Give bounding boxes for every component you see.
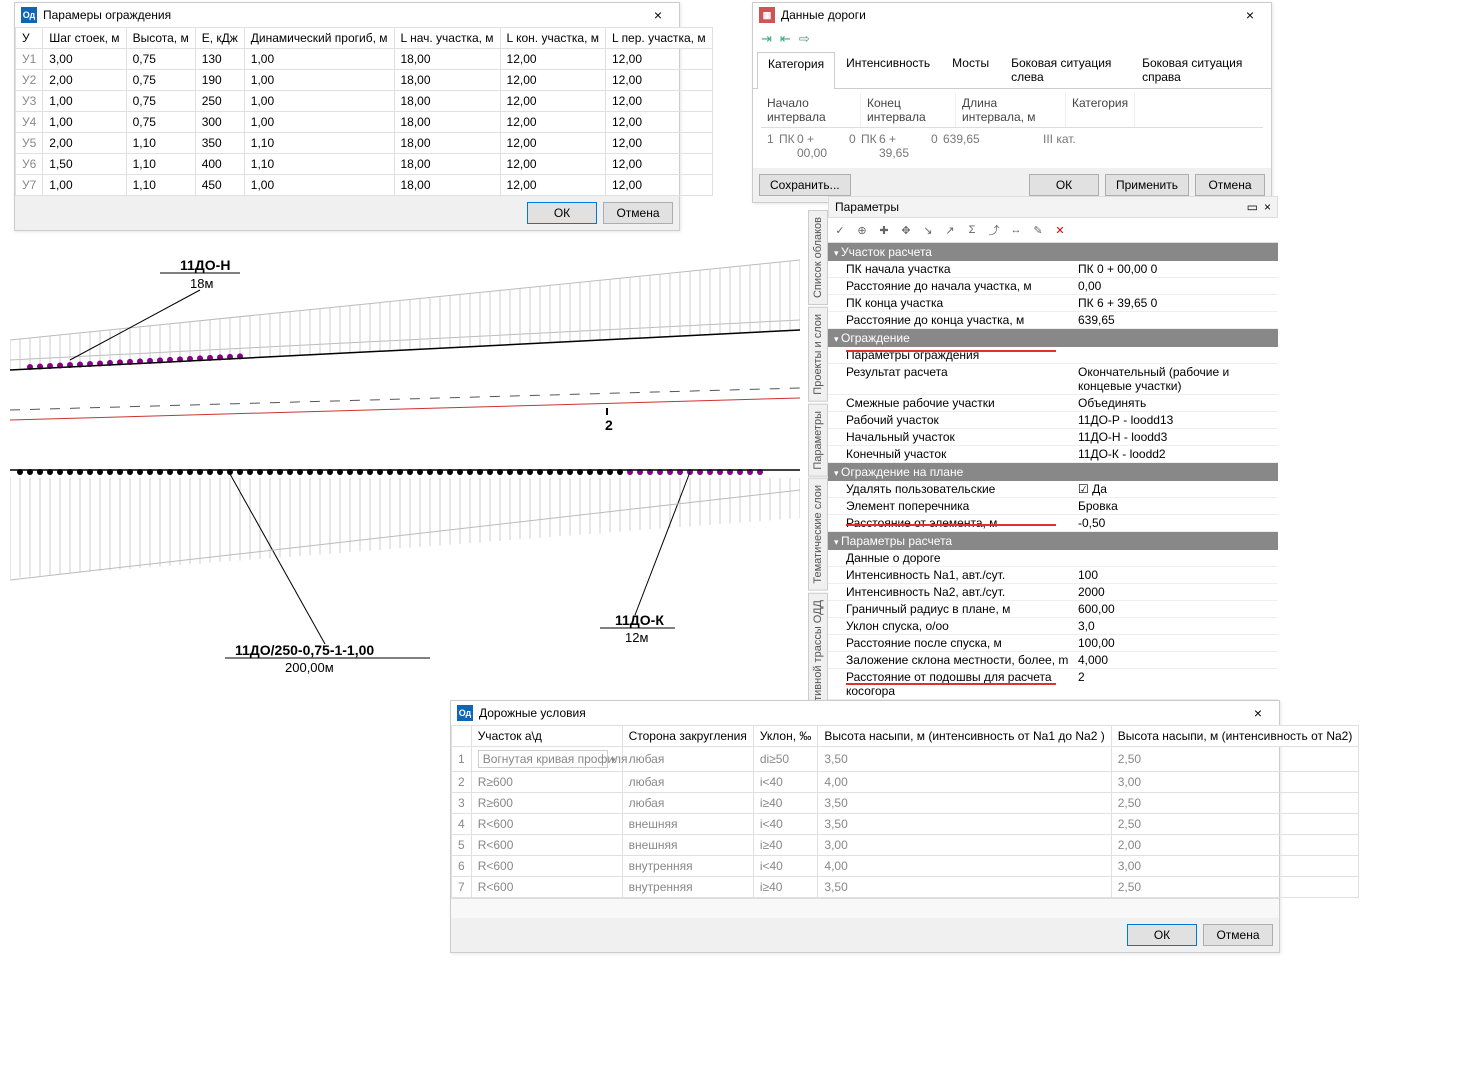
- road-data-window: ▦ Данные дороги × ⇥ ⇤ ⇨ Категория Интенс…: [752, 2, 1272, 203]
- app-icon: Од: [21, 7, 37, 23]
- section-header[interactable]: Параметры расчета: [828, 532, 1278, 550]
- label-top: 11ДО-Н: [180, 257, 230, 273]
- prop-row[interactable]: Элемент поперечникаБровка: [828, 498, 1278, 515]
- close-button[interactable]: ×: [1235, 7, 1265, 23]
- table-row[interactable]: 3R≥600любаяi≥403,502,50: [452, 793, 1359, 814]
- table-row[interactable]: У22,000,751901,0018,0012,0012,00: [16, 70, 713, 91]
- prop-row[interactable]: Начальный участок11ДО-Н - loodd3: [828, 429, 1278, 446]
- fence-title: Парамеры ограждения: [43, 8, 643, 22]
- section-header[interactable]: Ограждение на плане: [828, 463, 1278, 481]
- red-underline-1: [846, 350, 1056, 352]
- cond-table[interactable]: Участок а\дСторона закругленияУклон, ‰Вы…: [451, 725, 1359, 898]
- label-top-sub: 18м: [190, 276, 213, 291]
- table-row[interactable]: 2R≥600любаяi<404,003,00: [452, 772, 1359, 793]
- table-row[interactable]: У13,000,751301,0018,0012,0012,00: [16, 49, 713, 70]
- prop-row[interactable]: Рабочий участок11ДО-Р - loodd13: [828, 412, 1278, 429]
- drawing-canvas: 11ДО-Н 18м 11ДО-К 12м 11ДО/250-0,75-1-1,…: [10, 240, 800, 700]
- cancel-button[interactable]: Отмена: [1203, 924, 1273, 946]
- prop-row[interactable]: Удалять пользовательские☑ Да: [828, 481, 1278, 498]
- road-tabs: Категория Интенсивность Мосты Боковая си…: [753, 51, 1271, 89]
- prop-row[interactable]: Граничный радиус в плане, м600,00: [828, 601, 1278, 618]
- app-icon: Од: [457, 705, 473, 721]
- label-k-sub: 12м: [625, 630, 648, 645]
- tab-bridges[interactable]: Мосты: [941, 51, 1000, 88]
- apply-button[interactable]: Применить: [1105, 174, 1189, 196]
- table-row[interactable]: 1Вогнутая кривая профиля ▾любаяdi≥503,50…: [452, 747, 1359, 772]
- tool-icon-3[interactable]: ⇨: [799, 31, 810, 47]
- arrow-icon[interactable]: ↔: [1008, 222, 1024, 238]
- prop-row[interactable]: Результат расчетаОкончательный (рабочие …: [828, 364, 1278, 395]
- table-row[interactable]: У52,001,103501,1018,0012,0012,00: [16, 133, 713, 154]
- tool-icon-2[interactable]: ⇤: [780, 31, 791, 47]
- prop-row[interactable]: ПК начала участкаПК 0 + 00,00 0: [828, 261, 1278, 278]
- picker-icon[interactable]: ✎: [1030, 222, 1046, 238]
- cond-title: Дорожные условия: [479, 706, 1243, 720]
- plus2-icon[interactable]: ✚: [876, 222, 892, 238]
- ok-button[interactable]: ОК: [527, 202, 597, 224]
- section-header[interactable]: Участок расчета: [828, 243, 1278, 261]
- delete-icon[interactable]: ✕: [1052, 222, 1068, 238]
- cursor-icon[interactable]: ↘: [920, 222, 936, 238]
- fence-table[interactable]: УШаг стоек, мВысота, мE, кДжДинамический…: [15, 27, 713, 196]
- table-row[interactable]: У71,001,104501,0018,0012,0012,00: [16, 175, 713, 196]
- close-button[interactable]: ×: [1243, 705, 1273, 721]
- grid-icon: ▦: [759, 7, 775, 23]
- save-button[interactable]: Сохранить...: [759, 174, 851, 196]
- table-row[interactable]: У41,000,753001,0018,0012,0012,00: [16, 112, 713, 133]
- table-row[interactable]: 5R<600внешняяi≥403,002,00: [452, 835, 1359, 856]
- center-mark: 2: [605, 417, 613, 433]
- table-row[interactable]: У61,501,104001,1018,0012,0012,00: [16, 154, 713, 175]
- cancel-button[interactable]: Отмена: [603, 202, 673, 224]
- table-row[interactable]: 7R<600внутренняяi≥403,502,50: [452, 877, 1359, 898]
- label-mid-sub: 200,00м: [285, 660, 334, 675]
- check-icon[interactable]: ✓: [832, 222, 848, 238]
- side-tab-projects[interactable]: Проекты и слои: [808, 307, 828, 402]
- label-mid: 11ДО/250-0,75-1-1,00: [235, 642, 374, 658]
- select-icon[interactable]: ↗: [942, 222, 958, 238]
- prop-row[interactable]: Уклон спуска, о/оо3,0: [828, 618, 1278, 635]
- prop-row[interactable]: Интенсивность Na2, авт./сут.2000: [828, 584, 1278, 601]
- side-tabs: Список облаков Проекты и слои Параметры …: [808, 210, 828, 756]
- prop-row[interactable]: Расстояние после спуска, м100,00: [828, 635, 1278, 652]
- prop-row[interactable]: ПК конца участкаПК 6 + 39,65 0: [828, 295, 1278, 312]
- table-row[interactable]: 6R<600внутренняяi<404,003,00: [452, 856, 1359, 877]
- cancel-button[interactable]: Отмена: [1195, 174, 1265, 196]
- prop-row[interactable]: Заложение склона местности, более, m4,00…: [828, 652, 1278, 669]
- tab-category[interactable]: Категория: [757, 52, 835, 89]
- prop-row[interactable]: Расстояние до конца участка, м639,65: [828, 312, 1278, 329]
- panel-title: Параметры: [835, 200, 899, 214]
- move-icon[interactable]: ✥: [898, 222, 914, 238]
- prop-row[interactable]: Конечный участок11ДО-К - loodd2: [828, 446, 1278, 463]
- prop-row[interactable]: Данные о дороге: [828, 550, 1278, 567]
- table-row[interactable]: 4R<600внешняяi<403,502,50: [452, 814, 1359, 835]
- close-icon[interactable]: ×: [1264, 200, 1271, 214]
- tab-intensity[interactable]: Интенсивность: [835, 51, 941, 88]
- road-title: Данные дороги: [781, 8, 1235, 22]
- red-underline-2: [846, 524, 1056, 526]
- section-header[interactable]: Ограждение: [828, 329, 1278, 347]
- sigma-icon[interactable]: Σ: [964, 222, 980, 238]
- road-conditions-window: Од Дорожные условия × Участок а\дСторона…: [450, 700, 1280, 953]
- tab-side-left[interactable]: Боковая ситуация слева: [1000, 51, 1131, 88]
- red-underline-3: [846, 683, 1056, 685]
- table-row[interactable]: У31,000,752501,0018,0012,0012,00: [16, 91, 713, 112]
- prop-row[interactable]: Интенсивность Na1, авт./сут.100: [828, 567, 1278, 584]
- prop-row[interactable]: Расстояние до начала участка, м0,00: [828, 278, 1278, 295]
- properties-panel: Параметры ▭ × ✓ ⊕ ✚ ✥ ↘ ↗ Σ ⤴ ↔ ✎ ✕ Участ…: [828, 196, 1278, 733]
- dock-icon[interactable]: ▭: [1247, 200, 1258, 214]
- side-tab-clouds[interactable]: Список облаков: [808, 210, 828, 305]
- fence-params-window: Од Парамеры ограждения × УШаг стоек, мВы…: [14, 2, 680, 231]
- side-tab-params[interactable]: Параметры: [808, 404, 828, 477]
- ok-button[interactable]: ОК: [1127, 924, 1197, 946]
- prop-row[interactable]: Смежные рабочие участкиОбъединять: [828, 395, 1278, 412]
- leader-icon[interactable]: ⤴: [986, 222, 1002, 238]
- tab-side-right[interactable]: Боковая ситуация справа: [1131, 51, 1267, 88]
- label-k: 11ДО-К: [615, 612, 664, 628]
- side-tab-themes[interactable]: Тематические слои: [808, 478, 828, 591]
- close-button[interactable]: ×: [643, 7, 673, 23]
- plus-icon[interactable]: ⊕: [854, 222, 870, 238]
- ok-button[interactable]: ОК: [1029, 174, 1099, 196]
- tool-icon-1[interactable]: ⇥: [761, 31, 772, 47]
- interval-row[interactable]: 1 ПК 0 + 00,00 0 ПК 6 + 39,65 0 639,65 I…: [761, 128, 1263, 164]
